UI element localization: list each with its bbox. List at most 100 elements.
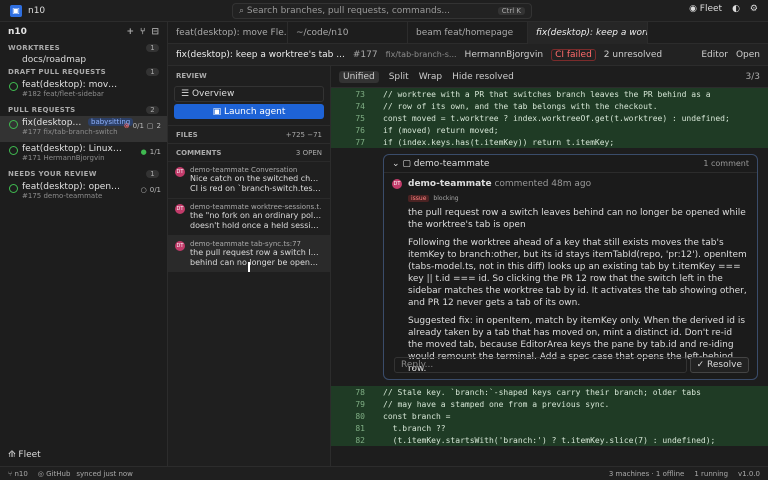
fleet-button[interactable]: ◉ Fleet xyxy=(689,4,722,14)
wrap-toggle[interactable]: Wrap xyxy=(419,72,442,82)
comments-section[interactable]: COMMENTS 3 OPEN xyxy=(168,143,330,161)
check-count: 0/1 xyxy=(132,122,144,130)
line-number: 74 xyxy=(355,101,365,111)
section-drafts[interactable]: DRAFT PULL REQUESTS 1 xyxy=(0,66,167,78)
section-review[interactable]: NEEDS YOUR REVIEW 1 xyxy=(0,168,167,180)
pr-title: fix(desktop): k... xyxy=(22,118,82,128)
files-section[interactable]: FILES +725 −71 xyxy=(168,125,330,143)
code-line: 82 (t.itemKey.startsWith('branch:') ? t.… xyxy=(331,434,768,446)
launch-agent-button[interactable]: ▣ Launch agent xyxy=(174,104,324,119)
comment-count: 1 comment xyxy=(703,159,749,168)
avatar: DT xyxy=(175,204,185,214)
pr-item[interactable]: fix(desktop): k...#177 fix/tab-branch-sw… xyxy=(0,116,167,142)
diff-view: Unified Split Wrap Hide resolved 3/3 73 /… xyxy=(331,66,768,466)
reply-input[interactable]: Reply... xyxy=(394,357,687,373)
thread-pager[interactable]: 3/3 xyxy=(746,72,760,82)
section-label: DRAFT PULL REQUESTS xyxy=(8,68,106,76)
line-number: 77 xyxy=(355,137,365,147)
author[interactable]: HermannBjorgvin xyxy=(465,50,544,60)
pending-icon: ○ xyxy=(140,186,147,194)
comment-meta: demo-teammate worktree-sessions.t... xyxy=(190,203,322,211)
fleet-footer[interactable]: ⟰ Fleet xyxy=(8,450,41,460)
section-worktrees[interactable]: WORKTREES 1 xyxy=(0,42,167,54)
overview-label: Overview xyxy=(191,89,235,99)
status-workspace[interactable]: n10 xyxy=(14,470,27,478)
app-logo-icon[interactable]: ▣ xyxy=(10,4,22,17)
pr-number[interactable]: #177 xyxy=(353,50,378,60)
theme-icon[interactable]: ◐ xyxy=(732,4,740,14)
tab-2[interactable]: ~/code/n10 xyxy=(288,22,408,44)
resolve-button[interactable]: ✓ Resolve xyxy=(689,357,749,373)
status-bar: ⑂ n10 ◎ GitHub synced just now 3 machine… xyxy=(0,466,768,480)
open-button[interactable]: Open xyxy=(736,50,760,60)
pr-item[interactable]: feat(desktop): move Fleet into the...#18… xyxy=(0,78,167,104)
top-right: ◉ Fleet ◐ ⚙ xyxy=(689,4,758,14)
status-running[interactable]: 1 running xyxy=(694,470,728,478)
workspace-name[interactable]: n10 xyxy=(28,6,45,16)
comment-author: demo-teammate xyxy=(408,179,492,189)
tab-4[interactable]: fix(desktop): keep a worktree... xyxy=(528,22,648,44)
line-number: 79 xyxy=(355,399,365,409)
pr-status: ● 1/1 xyxy=(141,148,161,156)
tab-3[interactable]: beam feat/homepage xyxy=(408,22,528,44)
sidebar-title: n10 xyxy=(8,27,27,37)
chevron-down-icon[interactable]: ⌄ xyxy=(392,159,402,169)
line-number: 82 xyxy=(355,435,365,445)
pr-item[interactable]: feat(desktop): open the com...#175 demo-… xyxy=(0,180,167,206)
line-text: // row of its own, and the tab belongs w… xyxy=(383,101,658,111)
comment-item[interactable]: DT demo-teammate Conversation Nice catch o… xyxy=(168,161,330,198)
tab-bar: feat(desktop): move Fle... ~/code/n10 be… xyxy=(168,22,768,44)
status-machines[interactable]: 3 machines · 1 offline xyxy=(609,470,685,478)
comment-thread: ⌄ ▢ demo-teammate 1 comment DT demo-teamm… xyxy=(383,154,758,380)
overview-button[interactable]: ☰ Overview xyxy=(174,86,324,102)
search-placeholder: Search branches, pull requests, commands… xyxy=(246,6,451,16)
status-github[interactable]: GitHub xyxy=(46,470,70,478)
unresolved-count[interactable]: 2 unresolved xyxy=(604,50,662,60)
app: ▣ n10 ⌕ Search branches, pull requests, … xyxy=(0,0,768,480)
pr-title: feat(desktop): Linux .deb and ... xyxy=(22,144,122,154)
pr-icon xyxy=(9,146,18,155)
unified-toggle[interactable]: Unified xyxy=(339,70,379,83)
editor-button[interactable]: Editor xyxy=(701,50,728,60)
branch-icon[interactable]: ⑂ xyxy=(140,27,145,37)
ci-status-badge[interactable]: CI failed xyxy=(551,48,596,61)
section-label: WORKTREES xyxy=(8,44,60,52)
section-label: NEEDS YOUR REVIEW xyxy=(8,170,97,178)
agent-icon: ▣ xyxy=(212,106,224,117)
line-text: // worktree with a PR that switches bran… xyxy=(383,89,711,99)
split-toggle[interactable]: Split xyxy=(389,72,409,82)
line-number: 80 xyxy=(355,411,365,421)
pr-branch[interactable]: fix/tab-branch-s... xyxy=(386,50,457,59)
code-line: 74 // row of its own, and the tab belongs… xyxy=(331,100,768,112)
comment-meta: demo-teammate commented 48m ago xyxy=(408,179,749,189)
add-icon[interactable]: + xyxy=(127,27,135,37)
pr-status: ○ 0/1 xyxy=(141,186,161,194)
fleet-footer-label: Fleet xyxy=(18,450,41,460)
open-badge: 3 OPEN xyxy=(295,148,322,157)
overview-icon: ☰ xyxy=(181,89,192,99)
pr-item[interactable]: feat(desktop): Linux .deb and ...#171 He… xyxy=(0,142,167,168)
avatar: DT xyxy=(175,167,185,177)
section-count: 1 xyxy=(146,44,159,52)
hide-resolved-toggle[interactable]: Hide resolved xyxy=(452,72,514,82)
search-input[interactable]: ⌕ Search branches, pull requests, comman… xyxy=(232,3,532,19)
section-prs[interactable]: PULL REQUESTS 2 xyxy=(0,104,167,116)
thread-icon: ▢ xyxy=(402,158,414,169)
search-icon: ⌕ xyxy=(239,6,247,16)
tab-1[interactable]: feat(desktop): move Fle... xyxy=(168,22,288,44)
code-line: 77 if (index.keys.has(t.itemKey)) return … xyxy=(331,136,768,148)
pr-title: feat(desktop): open the com... xyxy=(22,182,122,192)
thread-header[interactable]: ⌄ ▢ demo-teammate 1 comment xyxy=(384,155,757,173)
status-version: v1.0.0 xyxy=(738,469,760,478)
line-number: 73 xyxy=(355,89,365,99)
settings-icon[interactable]: ⚙ xyxy=(750,4,758,14)
comment-item[interactable]: DT demo-teammate worktree-sessions.t... th… xyxy=(168,198,330,235)
pr-icon xyxy=(9,82,18,91)
collapse-icon[interactable]: ⊟ xyxy=(151,27,159,37)
line-number: 76 xyxy=(355,125,365,135)
blocking-badge: blocking xyxy=(433,195,459,202)
line-text: (t.itemKey.startsWith('branch:') ? t.ite… xyxy=(383,435,716,445)
worktree-item[interactable]: docs/roadmap xyxy=(0,54,167,66)
fail-icon: ⊗ xyxy=(123,122,130,130)
section-count: 2 xyxy=(146,106,159,114)
